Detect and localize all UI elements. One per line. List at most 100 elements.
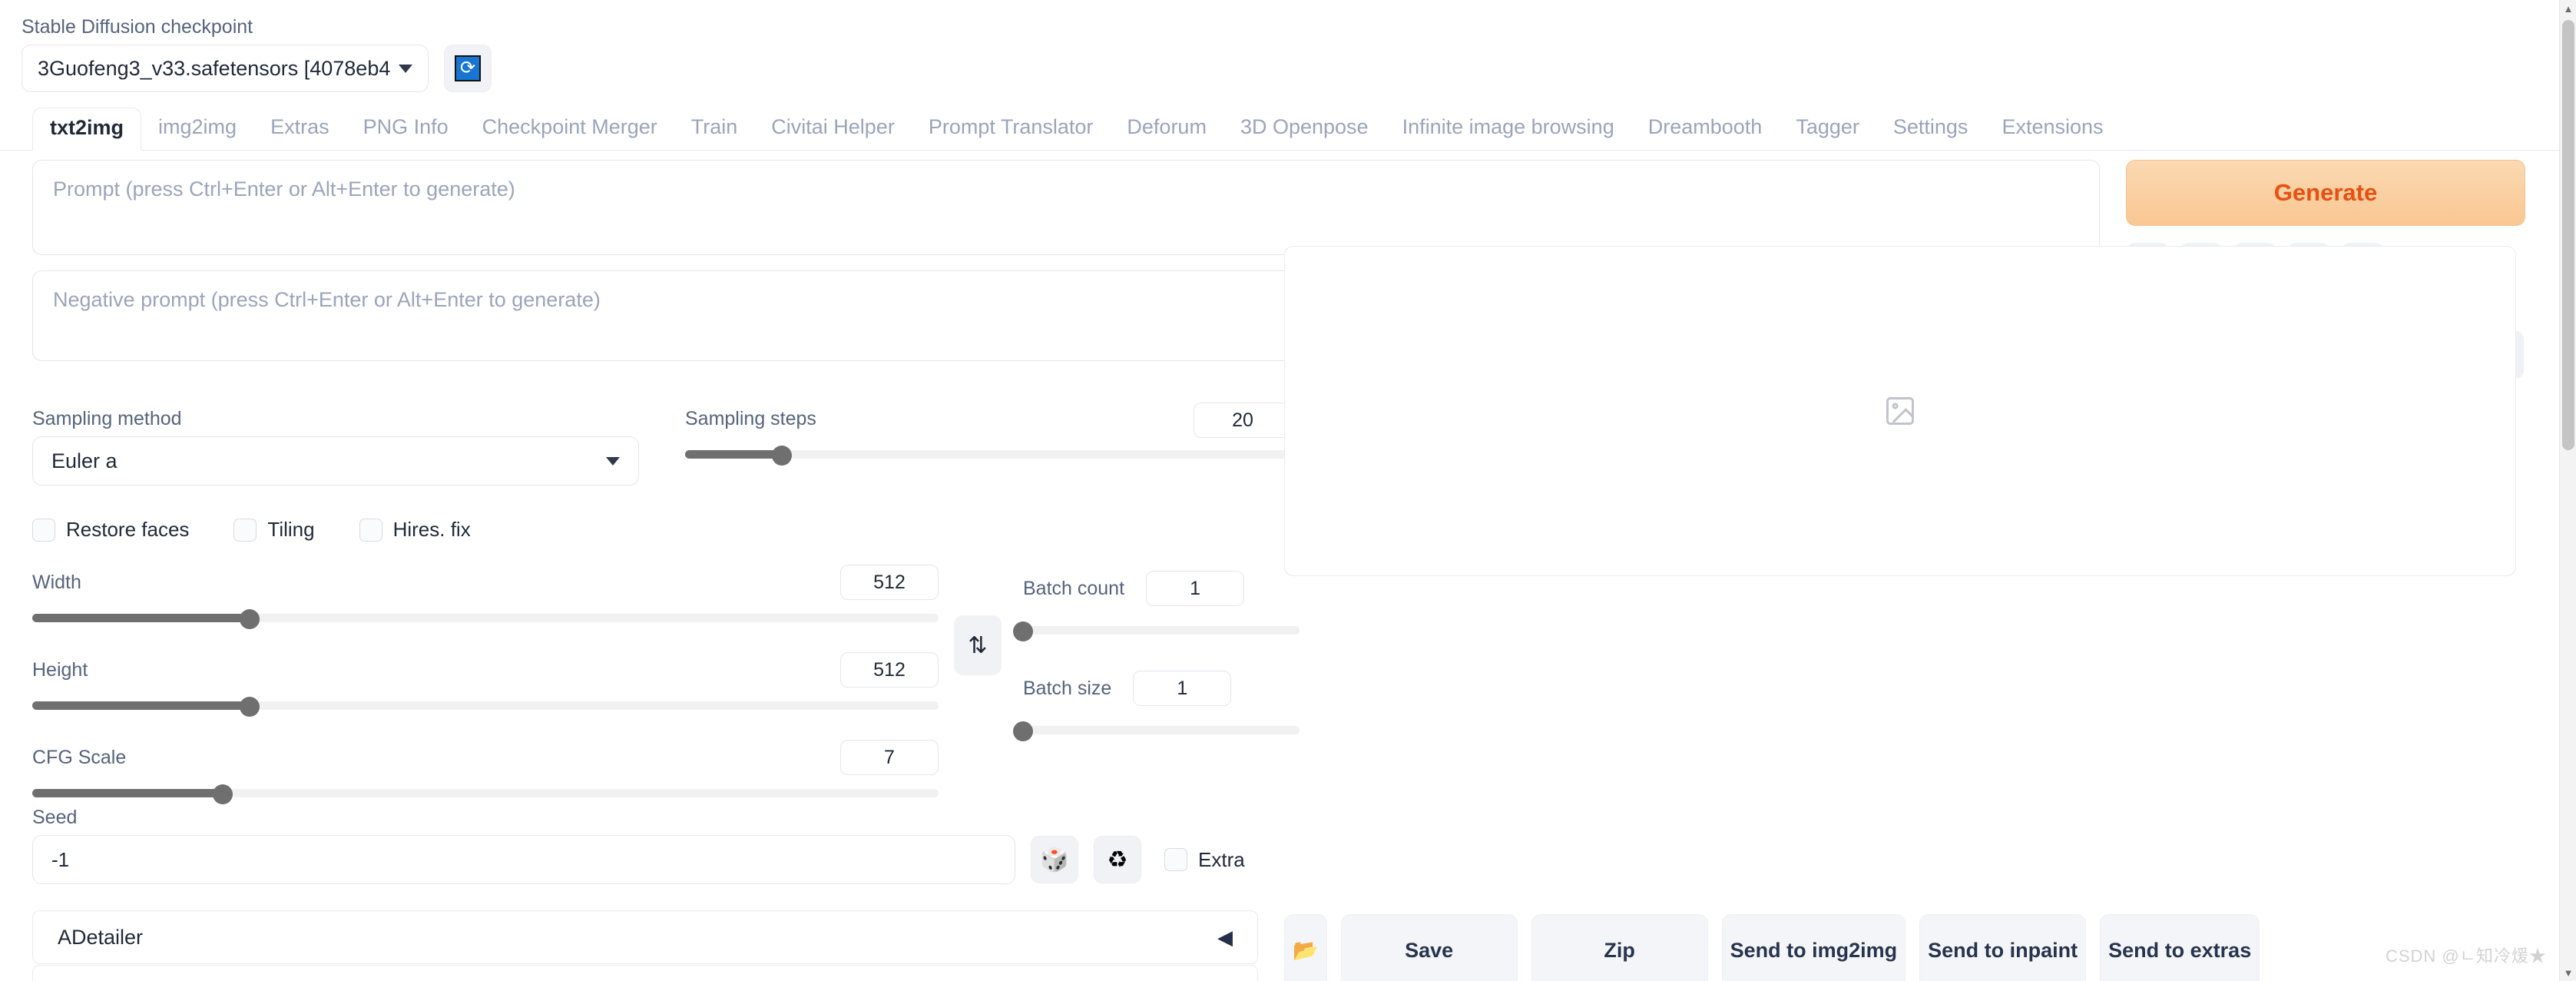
tab-png-info[interactable]: PNG Info (346, 109, 465, 150)
refresh-icon: ⟳ (455, 55, 481, 81)
output-gallery[interactable] (1284, 246, 2516, 576)
width-group: Width 512 (32, 565, 939, 629)
height-label: Height (32, 659, 88, 681)
chevron-down-icon (399, 64, 412, 73)
cfg-slider[interactable] (32, 784, 939, 804)
extra-seed-toggle[interactable]: Extra (1164, 848, 1245, 872)
seed-input[interactable]: -1 (32, 835, 1015, 884)
scroll-down-arrow[interactable]: ▼ (2560, 964, 2576, 981)
prompt-placeholder: Prompt (press Ctrl+Enter or Alt+Enter to… (53, 177, 515, 201)
batch-size-label: Batch size (1023, 678, 1112, 699)
checkpoint-value: 3Guofeng3_v33.safetensors [4078eb4174 (38, 56, 391, 80)
accordion-title: ADetailer (58, 925, 144, 949)
batch-count-value[interactable]: 1 (1146, 571, 1245, 606)
batch-count-group: Batch count 1 (1013, 571, 1300, 641)
slider-thumb[interactable] (240, 609, 260, 629)
tab-extras[interactable]: Extras (253, 109, 346, 150)
width-label: Width (32, 572, 81, 593)
generate-label: Generate (2273, 179, 2378, 206)
width-slider[interactable] (32, 609, 939, 629)
tab-prompt-translator[interactable]: Prompt Translator (912, 109, 1111, 150)
extension-accordions: ADetailer◀Posex◀ControlNet v1.1.231◀ (32, 910, 1298, 981)
watermark: CSDN @ㄴ知冷煖★ (2385, 946, 2547, 966)
batch-count-slider[interactable] (1013, 621, 1300, 641)
width-value[interactable]: 512 (840, 565, 939, 600)
toggle-hires-fix[interactable]: Hires. fix (359, 518, 471, 542)
slider-thumb[interactable] (1013, 621, 1033, 641)
tab-3d-openpose[interactable]: 3D Openpose (1223, 109, 1386, 150)
chevron-down-icon (606, 456, 620, 466)
tab-txt2img[interactable]: txt2img (32, 108, 142, 151)
toggle-label: Hires. fix (392, 518, 471, 541)
extra-label: Extra (1198, 847, 1245, 871)
extra-checkbox[interactable] (1164, 848, 1187, 871)
toggle-tiling[interactable]: Tiling (233, 518, 315, 542)
checkbox[interactable] (359, 518, 382, 542)
cfg-label: CFG Scale (32, 747, 127, 768)
tab-deforum[interactable]: Deforum (1110, 109, 1223, 150)
slider-fill (32, 789, 223, 797)
seed-group: Seed -1 🎲 ♻ Extra (32, 806, 1298, 884)
checkpoint-bar: Stable Diffusion checkpoint 3Guofeng3_v3… (0, 0, 2576, 100)
batch-size-group: Batch size 1 (1013, 671, 1300, 741)
main-tabs: txt2img img2img Extras PNG Info Checkpoint M… (0, 108, 2576, 151)
tab-extensions[interactable]: Extensions (1985, 109, 2120, 150)
slider-track (1023, 626, 1300, 635)
tab-settings[interactable]: Settings (1876, 109, 1985, 150)
toggle-label: Tiling (267, 518, 315, 541)
checkbox[interactable] (32, 518, 55, 542)
checkbox[interactable] (233, 518, 257, 542)
output-actions: 📂 Save Zip Send to img2img Send to inpaint Se… (1284, 914, 2516, 981)
sampling-method-label: Sampling method (32, 408, 182, 429)
height-slider[interactable] (32, 697, 939, 717)
accordion-adetailer[interactable]: ADetailer ◀ (32, 910, 1258, 964)
slider-track (1023, 726, 1300, 734)
negative-prompt-placeholder: Negative prompt (press Ctrl+Enter or Alt… (53, 288, 601, 311)
send-to-extras-button[interactable]: Send to extras (2100, 914, 2260, 981)
send-to-img2img-button[interactable]: Send to img2img (1721, 914, 1906, 981)
checkpoint-refresh-button[interactable]: ⟳ (444, 45, 492, 92)
cfg-value[interactable]: 7 (840, 740, 939, 775)
open-folder-button[interactable]: 📂 (1284, 914, 1327, 981)
tab-img2img[interactable]: img2img (141, 109, 253, 150)
slider-fill (685, 450, 783, 459)
send-to-inpaint-button[interactable]: Send to inpaint (1919, 914, 2087, 981)
zip-button[interactable]: Zip (1531, 914, 1708, 981)
toggles-row: Restore faces Tiling Hires. fix (32, 518, 1298, 542)
prompt-input[interactable]: Prompt (press Ctrl+Enter or Alt+Enter to… (32, 160, 2100, 255)
slider-thumb[interactable] (772, 446, 793, 466)
sampling-steps-slider[interactable] (685, 446, 1292, 466)
slider-thumb[interactable] (212, 784, 233, 804)
random-seed-button[interactable]: 🎲 (1031, 836, 1078, 883)
tab-infinite-image-browsing[interactable]: Infinite image browsing (1386, 109, 1631, 150)
page-scrollbar[interactable]: ▲ ▼ (2559, 0, 2576, 981)
checkpoint-dropdown[interactable]: 3Guofeng3_v33.safetensors [4078eb4174 (22, 45, 429, 92)
dice-icon: 🎲 (1040, 847, 1069, 873)
tab-train[interactable]: Train (674, 109, 755, 150)
swap-dimensions-button[interactable]: ⇅ (954, 615, 1002, 675)
sampling-steps-group: Sampling steps 20 (685, 403, 1292, 486)
sampling-method-value: Euler a (51, 449, 118, 472)
height-group: Height 512 (32, 652, 939, 717)
cfg-group: CFG Scale 7 (32, 740, 939, 804)
slider-thumb[interactable] (1013, 721, 1033, 741)
scroll-thumb[interactable] (2562, 20, 2574, 450)
tab-checkpoint-merger[interactable]: Checkpoint Merger (465, 109, 674, 150)
sampling-steps-value[interactable]: 20 (1194, 403, 1292, 438)
batch-size-value[interactable]: 1 (1133, 671, 1232, 706)
reuse-seed-button[interactable]: ♻ (1094, 836, 1141, 883)
tab-tagger[interactable]: Tagger (1779, 109, 1876, 150)
scroll-up-arrow[interactable]: ▲ (2560, 0, 2576, 17)
tab-dreambooth[interactable]: Dreambooth (1631, 109, 1780, 150)
batch-size-slider[interactable] (1013, 721, 1300, 741)
accordion-posex[interactable]: Posex◀ (32, 965, 1258, 981)
tab-civitai-helper[interactable]: Civitai Helper (754, 109, 912, 150)
slider-thumb[interactable] (240, 697, 260, 717)
sampling-method-dropdown[interactable]: Euler a (32, 436, 639, 486)
save-button[interactable]: Save (1340, 914, 1518, 981)
recycle-icon: ♻ (1107, 847, 1128, 873)
toggle-restore-faces[interactable]: Restore faces (32, 518, 189, 542)
generate-button[interactable]: Generate (2126, 160, 2525, 226)
height-value[interactable]: 512 (840, 652, 939, 688)
slider-fill (32, 701, 250, 710)
